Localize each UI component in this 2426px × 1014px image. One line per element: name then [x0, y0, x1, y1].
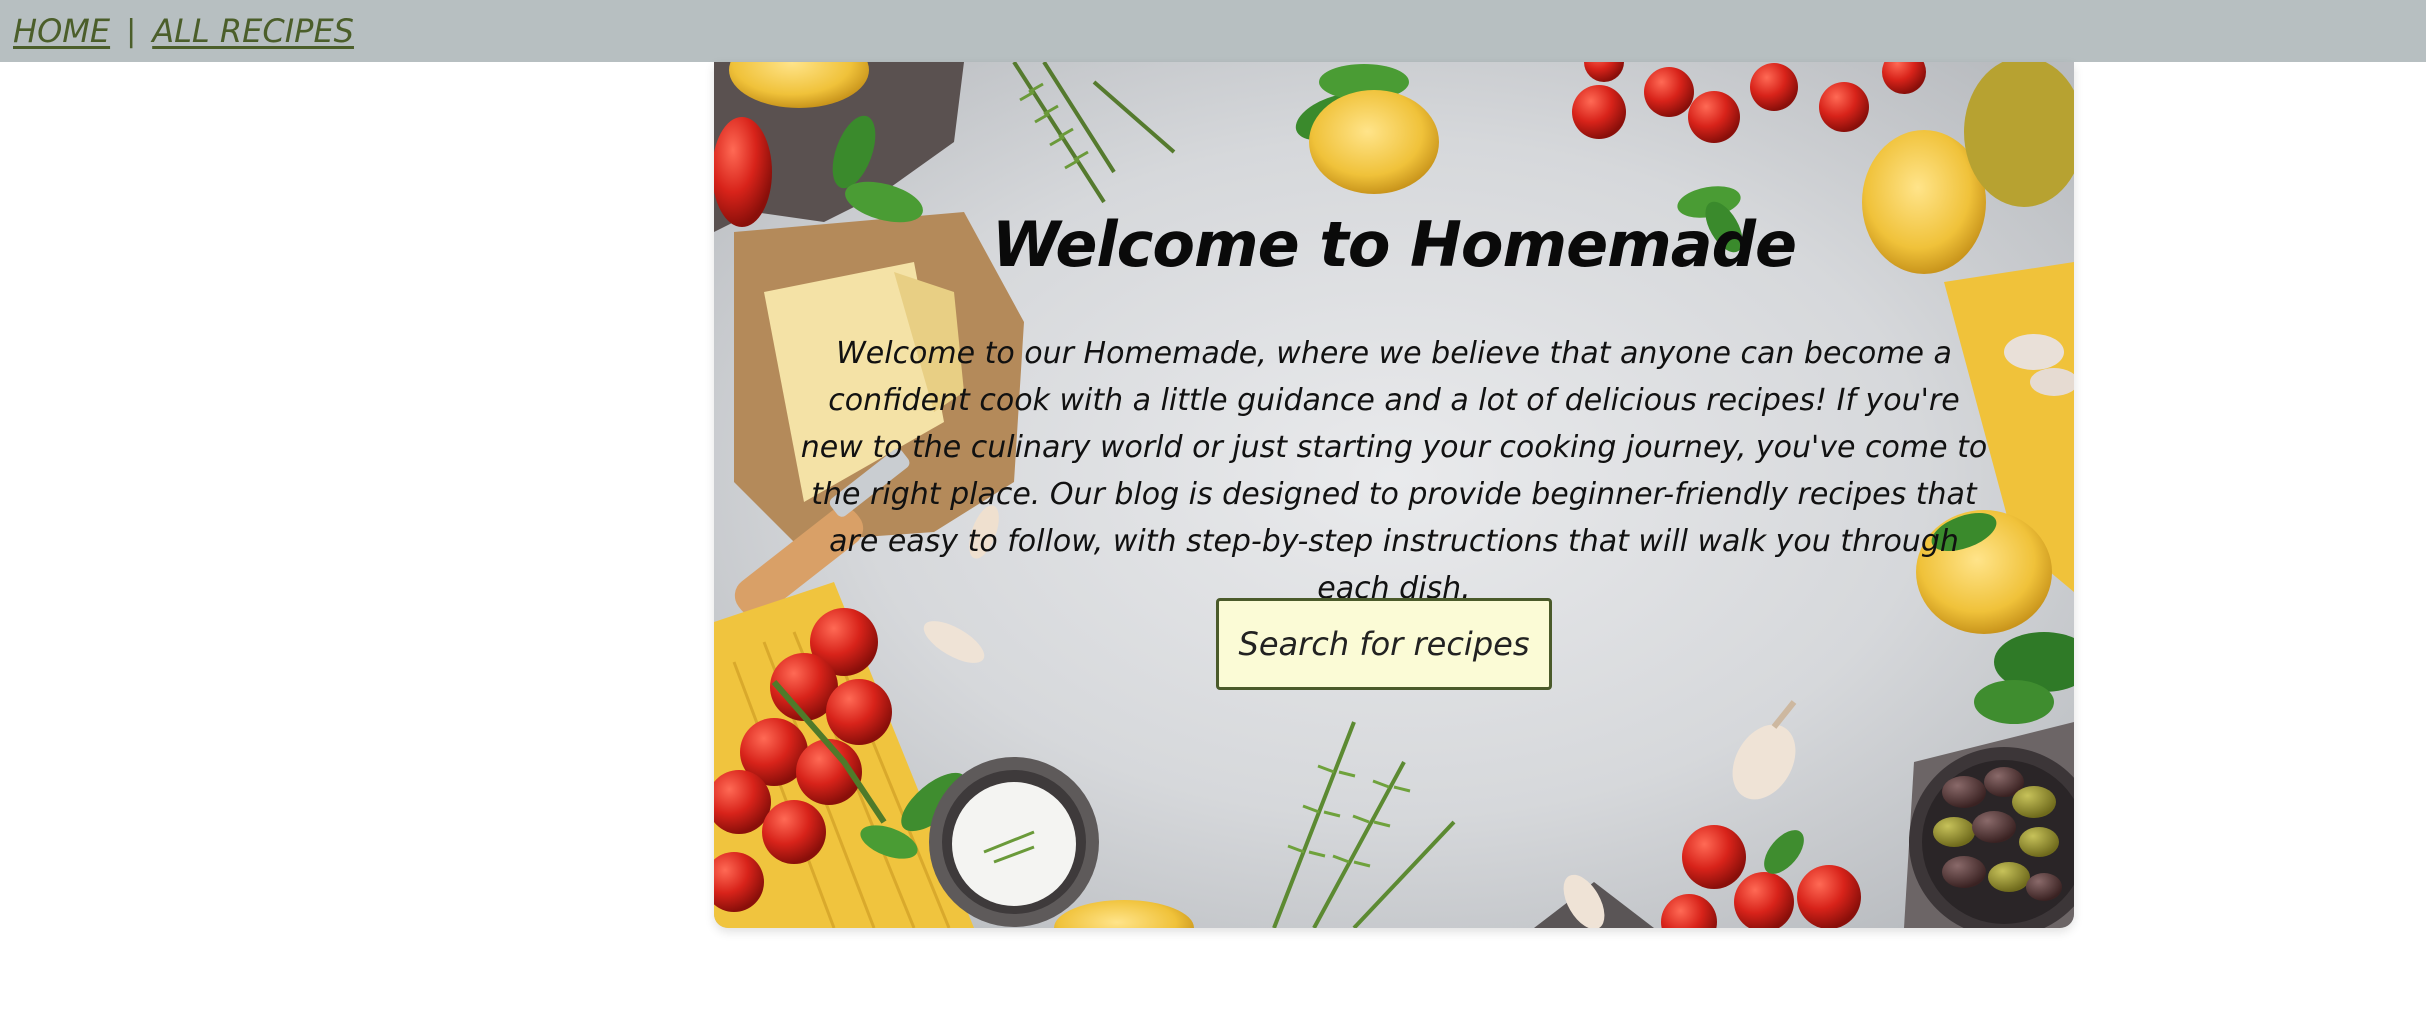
- hero-banner: Welcome to Homemade Welcome to our Homem…: [714, 62, 2074, 928]
- hero-intro-text: Welcome to our Homemade, where we believ…: [800, 336, 1988, 606]
- nav-link-all-recipes[interactable]: ALL RECIPES: [152, 12, 354, 50]
- hero-title: Welcome to Homemade: [991, 208, 1797, 281]
- hero-content: Welcome to Homemade Welcome to our Homem…: [714, 62, 2074, 928]
- top-navigation: HOME | ALL RECIPES: [0, 0, 2426, 62]
- nav-separator: |: [126, 13, 137, 49]
- search-recipes-button[interactable]: Search for recipes: [1216, 598, 1552, 690]
- nav-link-home[interactable]: HOME: [13, 12, 110, 50]
